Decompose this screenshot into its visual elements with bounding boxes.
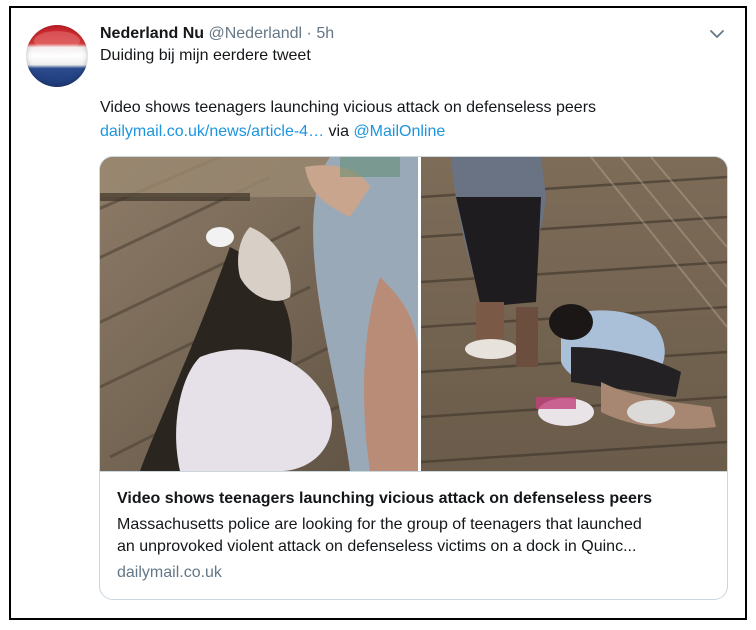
author-name[interactable]: Nederland Nu: [100, 25, 204, 42]
avatar-gloss: [34, 31, 80, 51]
tweet-text-line-2: Video shows teenagers launching vicious …: [100, 99, 597, 116]
tweet-text-line-1: Duiding bij mijn eerdere tweet: [100, 47, 311, 64]
chevron-down-icon[interactable]: [707, 24, 727, 44]
link-preview-card[interactable]: Video shows teenagers launching vicious …: [99, 156, 728, 600]
video-still-left: [100, 157, 418, 471]
header-separator: ·: [306, 25, 312, 42]
card-domain[interactable]: dailymail.co.uk: [117, 563, 222, 583]
author-handle[interactable]: @Nederlandl: [208, 25, 302, 42]
via-label: via: [328, 123, 349, 140]
author-avatar[interactable]: [26, 25, 88, 87]
card-title[interactable]: Video shows teenagers launching vicious …: [117, 489, 652, 509]
card-description-line-1: Massachusetts police are looking for the…: [117, 516, 642, 533]
card-body[interactable]: Video shows teenagers launching vicious …: [100, 471, 727, 599]
tweet-link-line: dailymail.co.uk/news/article-4… via @Mai…: [100, 122, 445, 142]
card-image[interactable]: [100, 157, 727, 471]
tweet-timestamp[interactable]: 5h: [316, 25, 334, 42]
article-link[interactable]: dailymail.co.uk/news/article-4…: [100, 123, 324, 140]
card-description-line-2: an unprovoked violent attack on defensel…: [117, 538, 637, 555]
tweet-header: Nederland Nu @Nederlandl · 5h: [100, 24, 334, 44]
video-still-right: [421, 157, 727, 471]
mention-link[interactable]: @MailOnline: [353, 123, 445, 140]
